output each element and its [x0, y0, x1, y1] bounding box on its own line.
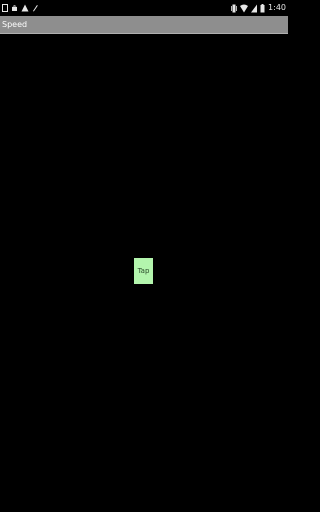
status-right-icons: 1:40	[231, 2, 286, 14]
status-bar: 1:40	[0, 0, 288, 16]
warning-icon	[21, 4, 29, 12]
status-left-icons	[2, 2, 38, 14]
vibrate-icon	[231, 4, 238, 13]
battery-icon	[260, 3, 265, 13]
main-content: Tap	[0, 34, 288, 512]
tap-button[interactable]: Tap	[134, 258, 153, 284]
clock: 1:40	[268, 3, 286, 12]
notification-icon	[2, 4, 8, 12]
paint-icon	[32, 4, 38, 12]
wifi-icon	[240, 4, 249, 13]
android-debug-icon	[11, 4, 18, 12]
app-title: Speed	[2, 20, 28, 29]
title-bar: Speed	[0, 16, 288, 34]
signal-icon	[251, 4, 258, 13]
tap-button-label: Tap	[137, 267, 150, 275]
